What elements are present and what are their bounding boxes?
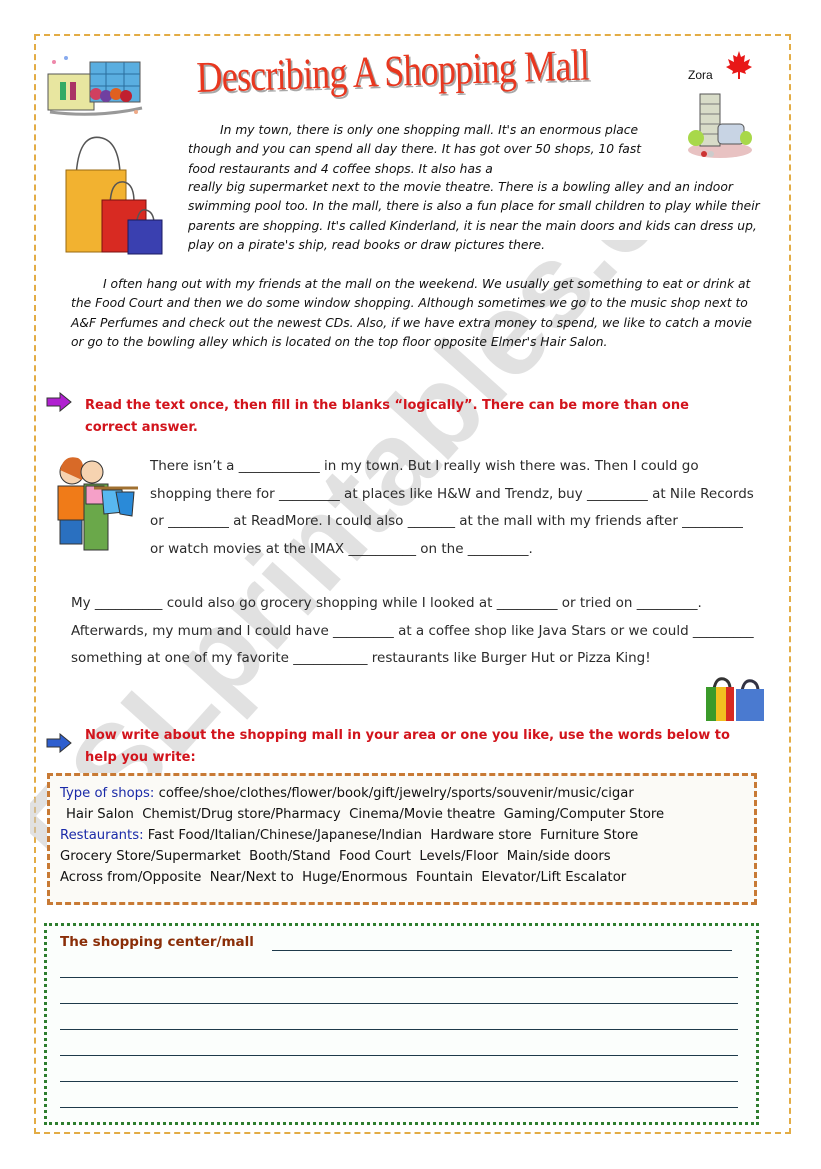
shops-list: coffee/shoe/clothes/flower/book/gift/jew… xyxy=(154,786,634,801)
arrow-right-icon xyxy=(46,733,72,753)
author-name: Zora xyxy=(688,68,713,82)
arrow-right-icon xyxy=(46,392,72,412)
exercise-1-instruction: Read the text once, then fill in the bla… xyxy=(85,398,689,435)
writing-line[interactable] xyxy=(60,1055,738,1056)
writing-line[interactable] xyxy=(60,977,738,978)
word-bank-line-shops: Type of shops: coffee/shoe/clothes/flowe… xyxy=(60,786,634,801)
shops-label: Type of shops: xyxy=(60,786,155,801)
exercise-2-instruction: Now write about the shopping mall in you… xyxy=(85,728,730,765)
writing-line[interactable] xyxy=(272,950,732,951)
writing-line[interactable] xyxy=(60,1003,738,1004)
page-title: Describing A Shopping Mall xyxy=(195,40,590,102)
fill-in-text-part-1: There isn’t a ____________ in my town. B… xyxy=(150,458,754,557)
reading-paragraph-1a: In my town, there is only one shopping m… xyxy=(188,123,642,176)
maple-leaf-icon xyxy=(726,51,752,79)
word-bank-line-restaurants: Restaurants: Fast Food/Italian/Chinese/J… xyxy=(60,828,638,843)
restaurants-list: Fast Food/Italian/Chinese/Japanese/India… xyxy=(143,828,639,843)
writing-area[interactable]: The shopping center/mall xyxy=(44,923,759,1125)
mall-building-illustration xyxy=(688,93,752,158)
shopping-bags-illustration xyxy=(65,136,163,255)
word-bank-line-5: Across from/Opposite Near/Next to Huge/E… xyxy=(60,870,627,885)
shoppers-illustration xyxy=(57,457,138,551)
restaurants-label: Restaurants: xyxy=(60,828,144,843)
word-bank-box: Type of shops: coffee/shoe/clothes/flowe… xyxy=(47,773,757,905)
word-bank-line-2: Hair Salon Chemist/Drug store/Pharmacy C… xyxy=(66,807,665,822)
fill-in-text-part-2: My __________ could also go grocery shop… xyxy=(71,595,754,666)
reading-paragraph-2: I often hang out with my friends at the … xyxy=(71,277,752,349)
reading-paragraph-1b: really big supermarket next to the movie… xyxy=(188,180,760,252)
word-bank-line-4: Grocery Store/Supermarket Booth/Stand Fo… xyxy=(60,849,611,864)
writing-line[interactable] xyxy=(60,1081,738,1082)
mall-crowd-illustration xyxy=(47,56,143,116)
shopping-bags-small-illustration xyxy=(706,677,764,721)
writing-prompt: The shopping center/mall xyxy=(60,934,254,950)
writing-line[interactable] xyxy=(60,1029,738,1030)
writing-line[interactable] xyxy=(60,1107,738,1108)
